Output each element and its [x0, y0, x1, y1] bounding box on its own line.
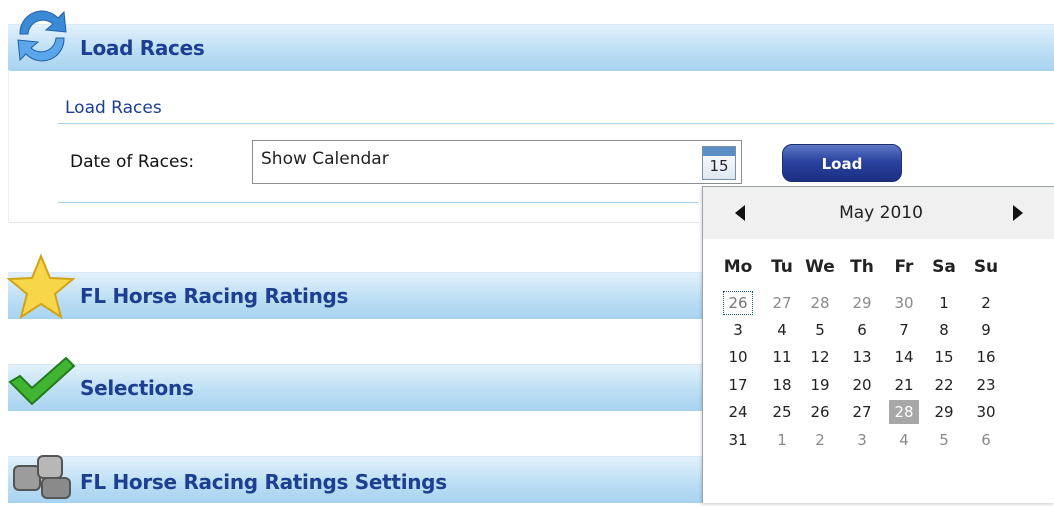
- calendar-day[interactable]: 22: [929, 373, 959, 397]
- calendar-day[interactable]: 1: [767, 428, 797, 452]
- weekday-header: Su: [973, 257, 999, 277]
- calendar-day[interactable]: 9: [971, 318, 1001, 342]
- calendar-day[interactable]: 2: [805, 428, 835, 452]
- calendar-month-label[interactable]: May 2010: [783, 203, 979, 223]
- calendar-day[interactable]: 14: [889, 345, 919, 369]
- calendar-day[interactable]: 28: [889, 400, 919, 424]
- calendar-day[interactable]: 26: [805, 400, 835, 424]
- calendar-day[interactable]: 19: [805, 373, 835, 397]
- section-divider: [58, 123, 1054, 124]
- calendar-day[interactable]: 5: [805, 318, 835, 342]
- calendar-button[interactable]: 15: [702, 146, 736, 180]
- calendar-day[interactable]: 26: [723, 291, 753, 315]
- calendar-day[interactable]: 15: [929, 345, 959, 369]
- gears-icon: [8, 448, 78, 502]
- calendar-day[interactable]: 30: [889, 291, 919, 315]
- calendar-day[interactable]: 2: [971, 291, 1001, 315]
- calendar-day[interactable]: 3: [723, 318, 753, 342]
- calendar-day[interactable]: 20: [847, 373, 877, 397]
- calendar-day[interactable]: 11: [767, 345, 797, 369]
- calendar-day[interactable]: 8: [929, 318, 959, 342]
- weekday-header: Sa: [932, 257, 956, 277]
- calendar-day[interactable]: 24: [723, 400, 753, 424]
- weekday-header: Fr: [894, 257, 914, 277]
- calendar-day[interactable]: 4: [889, 428, 919, 452]
- date-of-races-input[interactable]: Show Calendar: [252, 140, 742, 184]
- calendar-day[interactable]: 27: [767, 291, 797, 315]
- calendar-day[interactable]: 7: [889, 318, 919, 342]
- section-title: Load Races: [65, 98, 162, 118]
- previous-month-icon[interactable]: [731, 203, 751, 223]
- calendar-day[interactable]: 23: [971, 373, 1001, 397]
- calendar-day[interactable]: 18: [767, 373, 797, 397]
- date-of-races-label: Date of Races:: [70, 152, 195, 172]
- ratings-title[interactable]: FL Horse Racing Ratings: [80, 284, 348, 308]
- weekday-header: Th: [850, 257, 874, 277]
- weekday-header: We: [805, 257, 835, 277]
- selections-title[interactable]: Selections: [80, 376, 194, 400]
- calendar-day[interactable]: 29: [847, 291, 877, 315]
- calendar-day[interactable]: 25: [767, 400, 797, 424]
- calendar-day[interactable]: 21: [889, 373, 919, 397]
- calendar-day[interactable]: 1: [929, 291, 959, 315]
- settings-title[interactable]: FL Horse Racing Ratings Settings: [80, 470, 447, 494]
- calendar-day[interactable]: 16: [971, 345, 1001, 369]
- calendar-day[interactable]: 5: [929, 428, 959, 452]
- calendar-day[interactable]: 29: [929, 400, 959, 424]
- calendar-day[interactable]: 3: [847, 428, 877, 452]
- form-bottom-divider: [58, 202, 698, 203]
- star-icon: [6, 252, 76, 322]
- calendar-header: May 2010: [703, 187, 1054, 239]
- calendar-day[interactable]: 30: [971, 400, 1001, 424]
- calendar-day[interactable]: 31: [723, 428, 753, 452]
- refresh-icon: [10, 4, 74, 68]
- calendar-day[interactable]: 28: [805, 291, 835, 315]
- calendar-day[interactable]: 10: [723, 345, 753, 369]
- weekday-header: Mo: [723, 257, 753, 277]
- calendar-icon: [703, 147, 735, 156]
- calendar-icon-day: 15: [709, 157, 729, 175]
- calendar-day[interactable]: 17: [723, 373, 753, 397]
- weekday-header: Tu: [771, 257, 793, 277]
- calendar-day[interactable]: 12: [805, 345, 835, 369]
- calendar-day[interactable]: 6: [971, 428, 1001, 452]
- checkmark-icon: [6, 354, 76, 408]
- next-month-icon[interactable]: [1009, 203, 1029, 223]
- load-races-title[interactable]: Load Races: [80, 36, 205, 60]
- load-button[interactable]: Load: [782, 144, 902, 182]
- calendar-popup: May 2010 Mo Tu We Th Fr Sa Su 26 27 28 29 30 1 2 3 4 5 6…: [702, 186, 1054, 503]
- calendar-day[interactable]: 13: [847, 345, 877, 369]
- calendar-day[interactable]: 4: [767, 318, 797, 342]
- calendar-day[interactable]: 6: [847, 318, 877, 342]
- calendar-day[interactable]: 27: [847, 400, 877, 424]
